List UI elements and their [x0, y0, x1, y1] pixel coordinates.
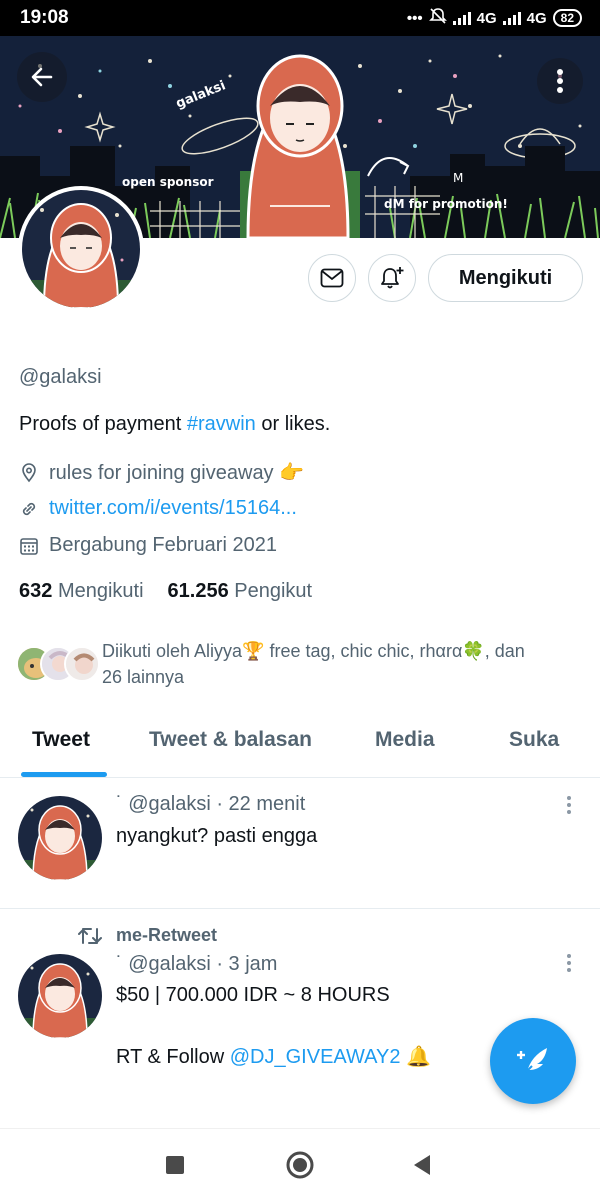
avatar-image: [22, 190, 140, 308]
signal-icon: [452, 11, 471, 25]
back-nav-button[interactable]: [406, 1149, 438, 1181]
tweet-text-prefix: RT & Follow: [116, 1046, 230, 1068]
banner-text-m: M: [453, 171, 463, 185]
status-bar: 19:08 ••• 4G 4G 82: [0, 0, 600, 36]
more-vertical-icon: [557, 69, 563, 93]
follower-avatars: [16, 638, 102, 682]
circle-icon: [286, 1151, 314, 1179]
followed-by-text: Diikuti oleh Aliyya🏆 free tag, chic chic…: [102, 638, 525, 690]
tweet-header: ˙ @galaksi · 22 menit: [116, 793, 306, 815]
bio-text-prefix: Proofs of payment: [19, 413, 187, 435]
profile-handle: @galaksi: [19, 366, 102, 388]
signal-icon-2: [502, 11, 521, 25]
followers-count-label: Pengikut: [234, 580, 313, 602]
profile-joined: Bergabung Februari 2021: [19, 534, 277, 557]
tweet-mention-link[interactable]: @DJ_GIVEAWAY2: [230, 1046, 401, 1068]
calendar-icon: [20, 537, 38, 555]
bell-plus-icon: [381, 267, 404, 289]
tab-likes[interactable]: Suka: [509, 728, 559, 752]
retweet-label: me-Retweet: [116, 925, 218, 945]
back-button[interactable]: [17, 52, 67, 102]
following-count-link[interactable]: 632 Mengikuti: [19, 580, 144, 603]
tab-tweet-replies[interactable]: Tweet & balasan: [149, 728, 312, 752]
followed-by-row[interactable]: Diikuti oleh Aliyya🏆 free tag, chic chic…: [16, 638, 586, 690]
system-nav-bar: [0, 1128, 600, 1200]
arrow-left-icon: [31, 67, 53, 87]
joined-text: Bergabung Februari 2021: [49, 534, 277, 556]
tweet-text: nyangkut? pasti engga: [116, 825, 318, 847]
banner-text-dm-promotion: dM for promotion!: [384, 197, 508, 211]
followers-count-link[interactable]: 61.256 Pengikut: [168, 580, 313, 603]
following-count: 632: [19, 580, 53, 602]
mute-bell-icon: [428, 7, 447, 29]
compose-tweet-button[interactable]: [490, 1018, 576, 1104]
tab-media[interactable]: Media: [375, 728, 435, 752]
bio-text-suffix: or likes.: [255, 413, 331, 435]
square-icon: [166, 1156, 184, 1174]
triangle-back-icon: [414, 1155, 430, 1175]
bio-hashtag-link[interactable]: #ravwin: [187, 413, 256, 435]
tweet-header: ˙ @galaksi · 3 jam: [116, 953, 278, 975]
envelope-icon: [320, 268, 344, 288]
tweet-divider: [0, 908, 600, 909]
banner-text-open-sponsor: open sponsor: [122, 175, 214, 189]
link-icon: [22, 502, 36, 515]
retweet-icon: [78, 927, 102, 944]
message-button[interactable]: [308, 254, 356, 302]
status-icons: ••• 4G 4G 82: [407, 7, 582, 29]
network-label-2: 4G: [526, 9, 547, 27]
retweet-indicator: me-Retweet: [78, 925, 217, 946]
active-tab-indicator: [21, 772, 107, 777]
following-count-label: Mengikuti: [57, 580, 144, 602]
location-pin-icon: [22, 462, 36, 482]
tweet-text-line-2: RT & Follow @DJ_GIVEAWAY2 🔔: [116, 1044, 431, 1069]
battery-indicator: 82: [552, 9, 582, 27]
status-time: 19:08: [20, 7, 69, 28]
profile-avatar[interactable]: [18, 186, 144, 312]
recents-button[interactable]: [159, 1149, 191, 1181]
tweet-text-line-1: $50 | 700.000 IDR ~ 8 HOURS: [116, 984, 390, 1006]
profile-tabs: Tweet Tweet & balasan Media Suka: [0, 718, 600, 778]
followed-by-line-2: 26 lainnya: [102, 667, 185, 687]
website-link[interactable]: twitter.com/i/events/15164...: [49, 497, 297, 520]
tweet-more-icon[interactable]: [563, 794, 575, 818]
more-dots-icon: •••: [406, 9, 423, 27]
location-text: rules for joining giveaway 👉: [49, 462, 305, 484]
profile-location: rules for joining giveaway 👉: [19, 460, 304, 485]
follower-avatar: [64, 646, 100, 682]
following-button[interactable]: Mengikuti: [428, 254, 583, 302]
tweet-more-icon[interactable]: [563, 952, 575, 976]
profile-website[interactable]: twitter.com/i/events/15164...: [19, 497, 297, 520]
feather-plus-icon: [517, 1048, 547, 1073]
followers-count: 61.256: [167, 580, 229, 602]
followed-by-line-1: Diikuti oleh Aliyya🏆 free tag, chic chic…: [102, 641, 525, 661]
notifications-button[interactable]: [368, 254, 416, 302]
tweet-text-suffix: 🔔: [400, 1046, 431, 1068]
network-label-1: 4G: [476, 9, 497, 27]
tweet-avatar[interactable]: [18, 954, 102, 1038]
overflow-menu-button[interactable]: [537, 58, 583, 104]
profile-bio: Proofs of payment #ravwin or likes.: [19, 413, 330, 436]
tab-tweet[interactable]: Tweet: [32, 728, 90, 752]
home-button[interactable]: [284, 1149, 316, 1181]
tweet-avatar[interactable]: [18, 796, 102, 880]
follow-counts: 632 Mengikuti 61.256 Pengikut: [19, 580, 312, 603]
